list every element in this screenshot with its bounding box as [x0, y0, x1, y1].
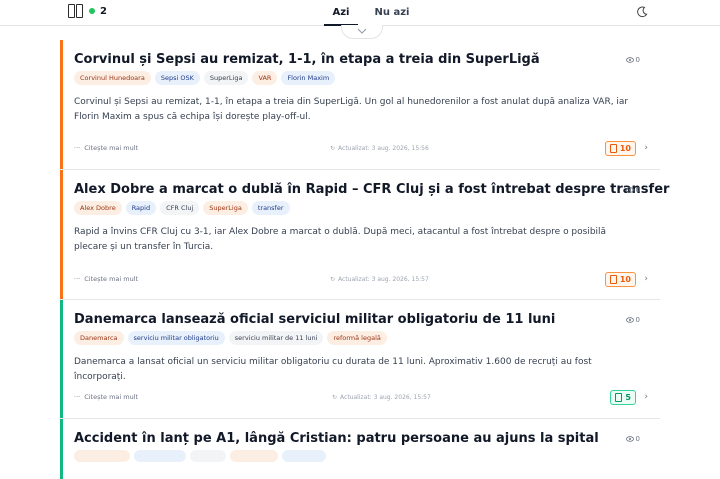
score-value: 10 — [619, 275, 631, 284]
tag[interactable]: Rapid — [125, 201, 157, 215]
tag[interactable]: serviciu militar de 11 luni — [228, 331, 324, 345]
top-navigation-bar: 2 Azi Nu azi — [0, 0, 720, 26]
read-more-button[interactable]: ··· Citește mai mult — [74, 275, 138, 283]
score-icon — [615, 393, 623, 402]
more-dots-icon: ··· — [74, 275, 81, 283]
refresh-icon: ↻ — [330, 276, 336, 283]
view-count: 0 — [635, 316, 640, 324]
view-counter: 0 — [625, 56, 640, 64]
eye-icon — [625, 57, 634, 63]
tag[interactable]: Alex Dobre — [74, 201, 122, 215]
article-card[interactable]: Alex Dobre a marcat o dublă în Rapid – C… — [60, 170, 669, 300]
view-counter: 0 — [625, 316, 640, 324]
updated-timestamp: ↻ Actualizat: 3 aug. 2026, 15:57 — [332, 394, 431, 401]
tag[interactable]: Corvinul Hunedoara — [74, 71, 151, 85]
read-more-label: Citește mai mult — [84, 393, 139, 401]
view-counter: 0 — [625, 186, 640, 194]
read-more-label: Citește mai mult — [84, 275, 139, 283]
tag[interactable]: Florin Maxim — [281, 71, 336, 85]
expand-handle[interactable] — [341, 25, 383, 39]
refresh-icon: ↻ — [330, 145, 336, 152]
tag-list: Danemarca serviciu militar obligatoriu s… — [74, 331, 387, 345]
tag-list: Corvinul Hunedoara Sepsi OSK SuperLiga V… — [74, 71, 336, 85]
eye-icon — [625, 436, 634, 442]
score-badge[interactable]: 5 — [610, 390, 636, 405]
article-summary: Rapid a învins CFR Cluj cu 3-1, iar Alex… — [74, 227, 607, 252]
tag[interactable]: CFR Cluj — [160, 201, 200, 215]
read-more-label: Citește mai mult — [84, 144, 139, 152]
chevron-right-icon[interactable]: › — [644, 274, 648, 284]
score-value: 10 — [619, 144, 631, 153]
more-dots-icon: ··· — [74, 393, 81, 401]
article-card[interactable]: Accident în lanț pe A1, lângă Cristian: … — [60, 419, 660, 479]
tag-list — [74, 450, 326, 462]
accent-bar — [60, 419, 63, 479]
article-title[interactable]: Danemarca lansează oficial serviciul mil… — [74, 312, 614, 327]
article-title[interactable]: Alex Dobre a marcat o dublă în Rapid – C… — [74, 182, 669, 197]
score-value: 5 — [625, 393, 631, 402]
score-badge[interactable]: 10 — [604, 272, 636, 287]
view-count: 0 — [635, 435, 640, 443]
read-more-button[interactable]: ··· Citește mai mult — [74, 144, 138, 152]
accent-bar — [60, 40, 63, 169]
eye-icon — [625, 317, 634, 323]
tab-nu-azi[interactable]: Nu azi — [370, 0, 414, 25]
tag[interactable]: serviciu militar obligatoriu — [127, 331, 225, 345]
refresh-icon: ↻ — [332, 394, 338, 401]
brand[interactable]: 2 — [68, 4, 107, 18]
dark-mode-toggle-icon[interactable] — [636, 6, 648, 18]
tag[interactable] — [134, 450, 186, 462]
tab-azi[interactable]: Azi — [324, 0, 358, 26]
newspaper-logo-icon — [68, 4, 83, 18]
score-icon — [609, 275, 617, 284]
view-count: 0 — [635, 186, 640, 194]
article-card[interactable]: Danemarca lansează oficial serviciul mil… — [60, 300, 660, 419]
news-feed: Corvinul și Sepsi au remizat, 1-1, în et… — [60, 40, 669, 479]
tag[interactable] — [190, 450, 226, 462]
tag[interactable] — [74, 450, 130, 462]
score-badge[interactable]: 10 — [604, 141, 636, 156]
tag[interactable]: reformă legală — [327, 331, 387, 345]
more-dots-icon: ··· — [74, 144, 81, 152]
article-title[interactable]: Accident în lanț pe A1, lângă Cristian: … — [74, 431, 614, 446]
tag[interactable]: SuperLiga — [203, 71, 249, 85]
chevron-right-icon[interactable]: › — [644, 392, 648, 402]
read-more-button[interactable]: ··· Citește mai mult — [74, 393, 138, 401]
article-summary: Danemarca a lansat oficial un serviciu m… — [74, 357, 592, 382]
accent-bar — [60, 300, 63, 418]
view-count: 0 — [635, 56, 640, 64]
chevron-down-icon — [357, 28, 367, 34]
updated-label: Actualizat: 3 aug. 2026, 15:57 — [340, 394, 431, 401]
eye-icon — [625, 187, 634, 193]
live-count: 2 — [100, 5, 107, 17]
tag[interactable] — [282, 450, 326, 462]
tag-list: Alex Dobre Rapid CFR Cluj SuperLiga tran… — [74, 201, 290, 215]
accent-bar — [60, 170, 63, 299]
tag[interactable]: Danemarca — [74, 331, 124, 345]
article-card[interactable]: Corvinul și Sepsi au remizat, 1-1, în et… — [60, 40, 660, 170]
view-counter: 0 — [625, 435, 640, 443]
tag[interactable]: SuperLiga — [203, 201, 248, 215]
updated-label: Actualizat: 3 aug. 2026, 15:57 — [338, 276, 429, 283]
tag[interactable] — [230, 450, 278, 462]
tag[interactable]: transfer — [251, 201, 290, 215]
article-summary: Corvinul și Sepsi au remizat, 1-1, în et… — [74, 97, 629, 122]
updated-timestamp: ↻ Actualizat: 3 aug. 2026, 15:56 — [330, 145, 429, 152]
updated-label: Actualizat: 3 aug. 2026, 15:56 — [338, 145, 429, 152]
tag[interactable]: VAR — [252, 71, 278, 85]
updated-timestamp: ↻ Actualizat: 3 aug. 2026, 15:57 — [330, 276, 429, 283]
score-icon — [609, 144, 617, 153]
chevron-right-icon[interactable]: › — [644, 143, 648, 153]
article-title[interactable]: Corvinul și Sepsi au remizat, 1-1, în et… — [74, 52, 614, 67]
tag[interactable]: Sepsi OSK — [154, 71, 200, 85]
live-status-dot — [89, 8, 95, 14]
